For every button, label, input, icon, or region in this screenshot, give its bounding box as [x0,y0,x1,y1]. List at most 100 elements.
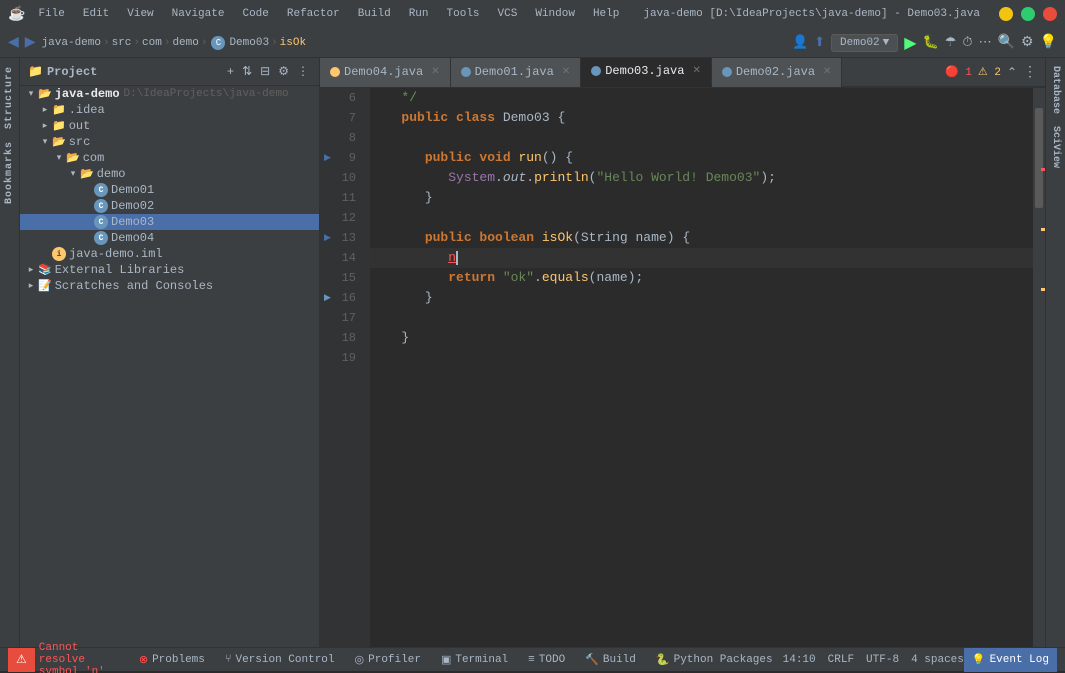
tab-demo02[interactable]: Demo02.java ✕ [712,58,843,87]
tree-label-scratches: Scratches and Consoles [55,279,213,293]
sidebar: 📁 Project + ⇅ ⊟ ⚙ ⋮ ▾ 📂 java-demo D:\Ide… [20,58,320,647]
breadcrumb-method[interactable]: isOk [280,37,306,49]
line-ending[interactable]: CRLF [828,654,854,666]
account-icon[interactable]: 👤 [792,35,808,50]
tree-item-src[interactable]: ▾ 📂 src [20,134,319,150]
tab-close-demo02[interactable]: ✕ [823,66,831,78]
code-editor[interactable]: 6 7 8 9 10 11 12 13 14 15 16 17 18 19 */ [320,88,1045,647]
help-icon[interactable]: 💡 [1040,34,1057,51]
status-right: 14:10 CRLF UTF-8 4 spaces [783,654,964,666]
editor-area: Demo04.java ✕ Demo01.java ✕ Demo03.java … [320,58,1045,647]
sidebar-collapse-icon[interactable]: ⊟ [258,62,272,81]
tab-label-demo01: Demo01.java [475,65,554,79]
tree-item-java-demo[interactable]: ▾ 📂 java-demo D:\IdeaProjects\java-demo [20,86,319,102]
tab-demo04[interactable]: Demo04.java ✕ [320,58,451,87]
vcs-icon[interactable]: ⬆ [814,35,825,50]
close-button[interactable] [1043,7,1057,21]
sqldeveloper-icon[interactable]: SciView [1048,122,1063,172]
coverage-button[interactable]: ☂ [945,35,957,50]
tab-demo01[interactable]: Demo01.java ✕ [451,58,582,87]
database-icon[interactable]: Database [1048,62,1063,118]
breadcrumb-demo[interactable]: demo [172,37,198,49]
tree-item-scratches[interactable]: ▸ 📝 Scratches and Consoles [20,278,319,294]
status-tab-vcs[interactable]: ⑂ Version Control [215,648,345,672]
tab-settings-icon[interactable]: ⋮ [1023,64,1037,81]
tree-item-demo[interactable]: ▾ 📂 demo [20,166,319,182]
sidebar-add-icon[interactable]: + [225,63,236,81]
code-line-8 [370,128,1033,148]
tree-item-idea[interactable]: ▸ 📁 .idea [20,102,319,118]
sidebar-tree: ▾ 📂 java-demo D:\IdeaProjects\java-demo … [20,86,319,647]
tree-item-demo03[interactable]: C Demo03 [20,214,319,230]
text-cursor [456,251,458,265]
nav-more[interactable]: ⋯ [979,35,992,50]
tree-item-iml[interactable]: i java-demo.iml [20,246,319,262]
status-tab-python[interactable]: 🐍 Python Packages [646,648,783,672]
profile-button[interactable]: ⏱ [962,35,972,50]
error-icon: ⚠ [16,652,27,667]
menu-tools[interactable]: Tools [442,6,485,22]
indent[interactable]: 4 spaces [911,654,964,666]
menu-navigate[interactable]: Navigate [167,6,230,22]
encoding[interactable]: UTF-8 [866,654,899,666]
tree-label-iml: java-demo.iml [69,247,163,261]
tree-item-ext-libs[interactable]: ▸ 📚 External Libraries [20,262,319,278]
code-content[interactable]: */ public class Demo03 { public void run… [370,88,1033,647]
menu-vcs[interactable]: VCS [493,6,523,22]
expand-icon[interactable]: ⌃ [1007,65,1017,80]
breadcrumb-sep4: › [201,37,208,49]
settings-icon[interactable]: ⚙ [1021,34,1034,51]
debug-button[interactable]: 🐛 [923,35,939,50]
tree-item-demo01[interactable]: C Demo01 [20,182,319,198]
menu-file[interactable]: File [33,6,69,22]
code-line-7: public class Demo03 { [370,108,1033,128]
status-tab-problems[interactable]: ⊗ Problems [129,648,215,672]
menu-code[interactable]: Code [237,6,273,22]
error-badge: 🔴 1 [945,65,972,79]
breadcrumb-class[interactable]: Demo03 [229,37,269,49]
tab-close-demo03[interactable]: ✕ [692,65,700,77]
tree-item-com[interactable]: ▾ 📂 com [20,150,319,166]
nav-forward-icon[interactable]: ▶ [25,34,36,51]
class-icon-demo02: C [94,199,108,213]
sidebar-more-icon[interactable]: ⋮ [295,62,311,81]
tab-close-demo01[interactable]: ✕ [562,66,570,78]
minimize-button[interactable] [999,7,1013,21]
status-tab-terminal[interactable]: ▣ Terminal [431,648,518,672]
nav-back-icon[interactable]: ◀ [8,34,19,51]
editor-scrollbar[interactable] [1033,88,1045,647]
gutter-9: 9 [320,148,362,168]
menu-edit[interactable]: Edit [78,6,114,22]
menu-view[interactable]: View [122,6,158,22]
status-tab-profiler[interactable]: ◎ Profiler [345,648,431,672]
bookmarks-icon[interactable]: Bookmarks [2,137,17,208]
sidebar-settings-icon[interactable]: ⚙ [276,62,291,81]
search-icon[interactable]: 🔍 [998,34,1015,51]
demo-folder-icon: 📂 [80,167,94,181]
vcs-tab-icon: ⑂ [225,654,232,666]
tree-item-demo04[interactable]: C Demo04 [20,230,319,246]
breadcrumb-project[interactable]: java-demo [42,37,101,49]
tab-demo03[interactable]: Demo03.java ✕ [581,58,712,87]
tab-close-demo04[interactable]: ✕ [431,66,439,78]
sidebar-sort-icon[interactable]: ⇅ [240,62,254,81]
menu-refactor[interactable]: Refactor [282,6,345,22]
menu-help[interactable]: Help [588,6,624,22]
breadcrumb-src[interactable]: src [112,37,132,49]
tree-item-out[interactable]: ▸ 📁 out [20,118,319,134]
status-tab-todo[interactable]: ≡ TODO [518,648,575,672]
run-button[interactable]: ▶ [904,33,916,53]
maximize-button[interactable] [1021,7,1035,21]
cursor-position[interactable]: 14:10 [783,654,816,666]
tree-label-com: com [83,151,105,165]
breadcrumb-com[interactable]: com [142,37,162,49]
menu-build[interactable]: Build [353,6,396,22]
run-config-dropdown[interactable]: Demo02 ▼ [831,34,898,52]
menu-window[interactable]: Window [530,6,580,22]
menu-run[interactable]: Run [404,6,434,22]
structure-icon[interactable]: Structure [2,62,17,133]
tree-arrow-out: ▸ [38,121,52,131]
status-tab-build[interactable]: 🔨 Build [575,648,646,672]
event-log-button[interactable]: 💡 Event Log [964,648,1057,672]
tree-item-demo02[interactable]: C Demo02 [20,198,319,214]
